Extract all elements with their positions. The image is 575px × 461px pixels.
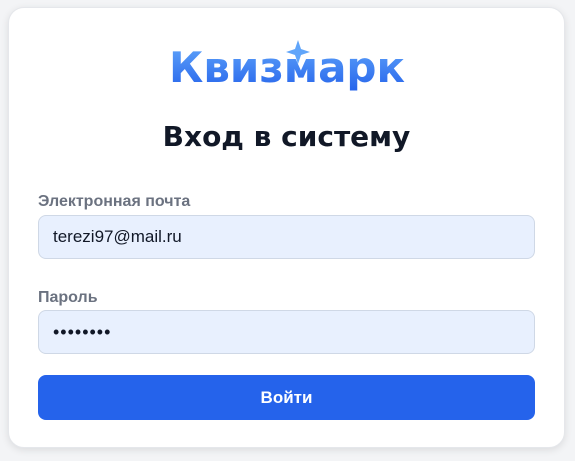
password-label: Пароль — [38, 289, 98, 306]
logo-graphic: Квизмарк — [169, 40, 405, 92]
login-card: Квизмарк Вход в систему Электронная почт… — [8, 7, 565, 448]
email-field[interactable] — [38, 215, 535, 259]
password-field[interactable] — [38, 310, 535, 354]
login-button[interactable]: Войти — [38, 375, 535, 420]
logo-text: Квизмарк — [169, 43, 405, 92]
email-label: Электронная почта — [38, 193, 191, 210]
page-title: Вход в систему — [162, 120, 411, 153]
logo: Квизмарк — [9, 38, 564, 98]
